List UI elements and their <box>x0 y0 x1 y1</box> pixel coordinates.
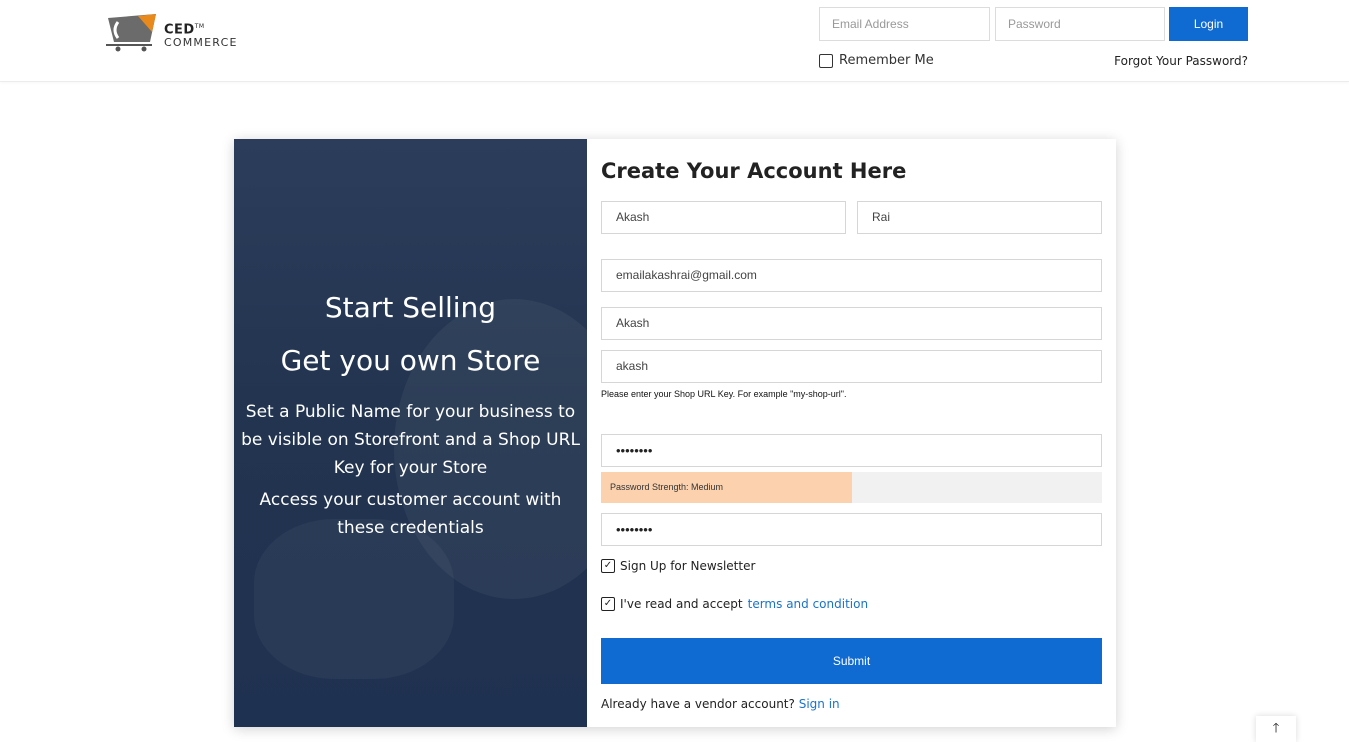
signin-prompt: Already have a vendor account? <box>601 697 795 711</box>
remember-me-label: Remember Me <box>839 53 934 68</box>
login-button[interactable]: Login <box>1169 7 1248 41</box>
forgot-password-link[interactable]: Forgot Your Password? <box>1114 54 1248 68</box>
cart-logo-icon <box>106 14 156 52</box>
top-header: CEDTM COMMERCE Email Address Password Lo… <box>0 0 1349 82</box>
terms-checkbox[interactable]: ✓ I've read and accept terms and conditi… <box>601 597 868 611</box>
public-name-field[interactable]: Akash <box>601 307 1102 340</box>
cedcommerce-logo[interactable]: CEDTM COMMERCE <box>104 10 254 54</box>
shop-url-field[interactable]: akash <box>601 350 1102 383</box>
checkmark-icon[interactable]: ✓ <box>601 597 615 611</box>
promo-heading: Start Selling <box>324 291 497 324</box>
signin-row: Already have a vendor account? Sign in <box>601 697 840 711</box>
arrow-up-icon: 🡑 <box>1272 721 1280 736</box>
checkbox-empty-icon[interactable] <box>819 53 833 68</box>
promo-note: Access your customer account with these … <box>259 490 562 538</box>
newsletter-label: Sign Up for Newsletter <box>620 559 756 573</box>
logo-commerce-text: COMMERCE <box>164 36 238 50</box>
newsletter-checkbox[interactable]: ✓ Sign Up for Newsletter <box>601 559 755 573</box>
password-strength-meter: Password Strength: Medium <box>601 472 1102 503</box>
promo-panel: Start Selling Get you own Store Set a Pu… <box>234 139 587 727</box>
signin-link[interactable]: Sign in <box>799 697 840 711</box>
shop-url-hint: Please enter your Shop URL Key. For exam… <box>601 389 847 399</box>
header-email-input[interactable]: Email Address <box>819 7 990 41</box>
password-field[interactable]: •••••••• <box>601 434 1102 467</box>
confirm-password-field[interactable]: •••••••• <box>601 513 1102 546</box>
checkmark-icon[interactable]: ✓ <box>601 559 615 573</box>
first-name-field[interactable]: Akash <box>601 201 846 234</box>
header-password-input[interactable]: Password <box>995 7 1165 41</box>
terms-label: I've read and accept <box>620 597 743 611</box>
background-image-shade <box>254 519 454 679</box>
remember-me-checkbox[interactable]: Remember Me <box>819 53 934 68</box>
signup-card: Start Selling Get you own Store Set a Pu… <box>234 139 1116 727</box>
last-name-field[interactable]: Rai <box>857 201 1102 234</box>
promo-description: Set a Public Name for your business to b… <box>241 402 580 478</box>
promo-subheading: Get you own Store <box>280 344 541 377</box>
password-strength-label: Password Strength: Medium <box>610 482 724 492</box>
back-to-top-button[interactable]: 🡑 <box>1256 716 1296 742</box>
form-title: Create Your Account Here <box>601 159 907 183</box>
logo-ced-text: CEDTM <box>164 22 205 38</box>
email-field[interactable]: emailakashrai@gmail.com <box>601 259 1102 292</box>
submit-button[interactable]: Submit <box>601 638 1102 684</box>
terms-link[interactable]: terms and condition <box>748 597 868 611</box>
